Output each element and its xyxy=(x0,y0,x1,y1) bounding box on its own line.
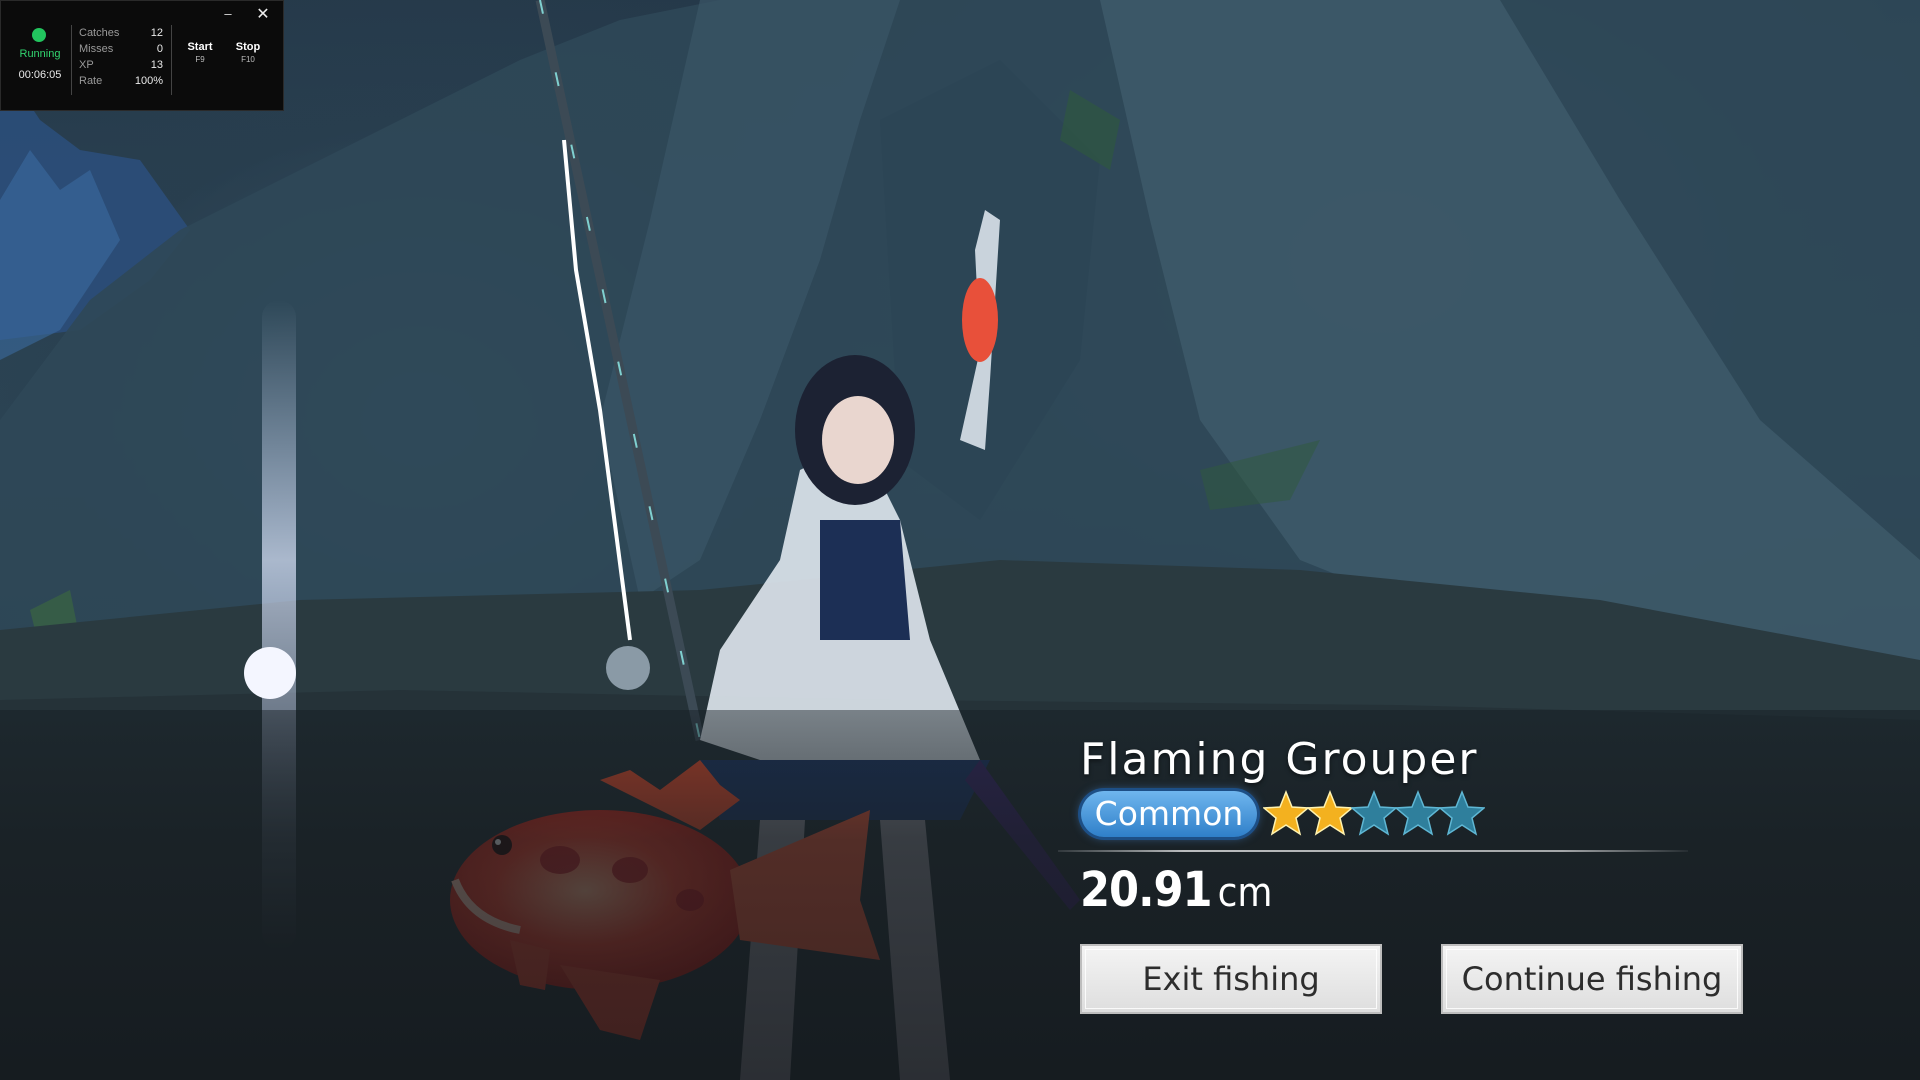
stat-label: Misses xyxy=(79,43,114,55)
star-filled-icon xyxy=(1262,789,1310,836)
continue-fishing-button[interactable]: Continue fishing xyxy=(1441,944,1743,1014)
stat-row: Rate 100% xyxy=(79,75,163,90)
status-indicator-icon xyxy=(32,28,46,42)
close-icon[interactable]: ✕ xyxy=(255,7,271,23)
length-value: 20.91 xyxy=(1080,862,1213,918)
fish-name: Flaming Grouper xyxy=(1080,734,1479,785)
status-text: Running xyxy=(19,48,61,60)
stop-button[interactable]: Stop F10 xyxy=(225,41,271,64)
star-empty-icon xyxy=(1438,789,1486,836)
length-unit: cm xyxy=(1217,870,1273,916)
stat-row: XP 13 xyxy=(79,59,163,74)
divider xyxy=(71,25,72,95)
start-button[interactable]: Start F9 xyxy=(177,41,223,64)
stat-row: Misses 0 xyxy=(79,43,163,58)
bot-overlay-window: – ✕ Running 00:06:05 Catches 12 Misses 0… xyxy=(0,0,284,111)
stat-label: Catches xyxy=(79,27,120,39)
star-filled-icon xyxy=(1306,789,1354,836)
fish-length: 20.91 cm xyxy=(1080,862,1272,918)
rarity-badge: Common xyxy=(1081,791,1257,837)
stat-value: 0 xyxy=(156,43,163,55)
stop-label: Stop xyxy=(235,41,261,53)
start-hotkey: F9 xyxy=(195,55,205,64)
elapsed-timer: 00:06:05 xyxy=(18,69,62,81)
stat-value: 12 xyxy=(150,27,163,39)
start-label: Start xyxy=(187,41,213,53)
stat-value: 100% xyxy=(134,75,163,87)
stat-value: 13 xyxy=(150,59,163,71)
stat-label: Rate xyxy=(79,75,103,87)
catch-result-panel xyxy=(0,710,1920,1080)
stop-hotkey: F10 xyxy=(241,55,255,64)
minimize-icon[interactable]: – xyxy=(221,7,235,21)
divider xyxy=(1058,850,1688,852)
star-empty-icon xyxy=(1350,789,1398,836)
stat-row: Catches 12 xyxy=(79,27,163,42)
star-empty-icon xyxy=(1394,789,1442,836)
exit-fishing-button[interactable]: Exit fishing xyxy=(1080,944,1382,1014)
divider xyxy=(171,25,172,95)
stat-label: XP xyxy=(79,59,94,71)
